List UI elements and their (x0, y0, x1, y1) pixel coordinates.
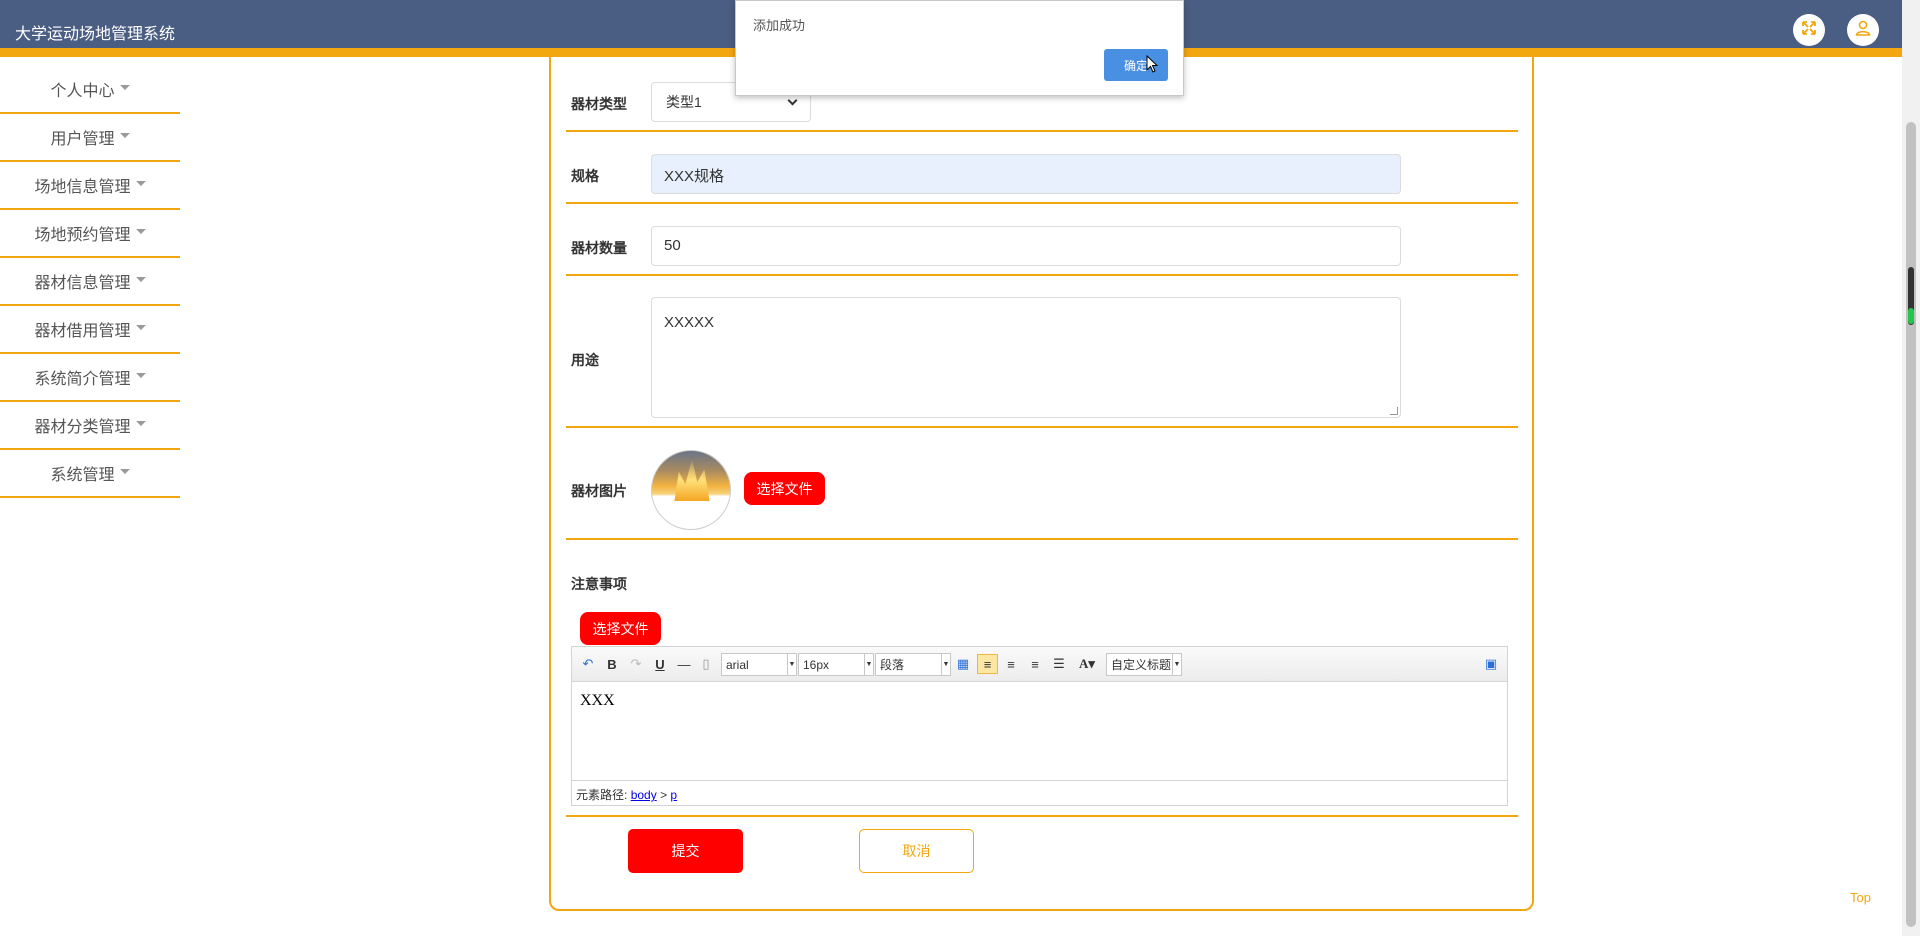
cancel-button[interactable]: 取消 (859, 829, 974, 873)
sidebar-item-label: 个人中心 (50, 83, 115, 100)
sidebar-item-label: 用户管理 (50, 131, 115, 148)
image-label: 器材图片 (571, 483, 627, 499)
paragraph-select[interactable]: 段落 ▼ (875, 653, 951, 676)
caret-down-icon (119, 468, 130, 474)
page-scrollbar[interactable] (1902, 0, 1920, 936)
usage-text: XXXXX (664, 314, 715, 331)
form-divider (566, 202, 1518, 204)
submit-button[interactable]: 提交 (628, 829, 743, 873)
notes-choose-file-button[interactable]: 选择文件 (580, 612, 661, 645)
choose-image-file-button[interactable]: 选择文件 (744, 472, 825, 505)
caret-down-icon (135, 228, 146, 234)
path-body-link[interactable]: body (631, 788, 657, 802)
spec-input[interactable]: XXX规格 (651, 154, 1401, 194)
mouse-cursor-icon (1146, 54, 1159, 78)
sidebar-item-personal-center[interactable]: 个人中心 (0, 66, 180, 114)
align-left-icon[interactable]: ≡ (977, 654, 998, 674)
usage-label: 用途 (571, 352, 599, 368)
bold-icon[interactable]: B (604, 654, 620, 674)
font-size-value: 16px (803, 657, 830, 672)
app-title: 大学运动场地管理系统 (15, 26, 176, 43)
horizontal-rule-icon[interactable]: — (676, 654, 692, 674)
notes-label: 注意事项 (571, 576, 627, 592)
dropdown-arrow-icon: ▼ (1172, 654, 1181, 675)
sidebar-item-equipment-category[interactable]: 器材分类管理 (0, 402, 180, 450)
align-justify-icon[interactable]: ☰ (1050, 654, 1068, 674)
sidebar-item-label: 器材信息管理 (34, 275, 131, 292)
back-to-top-link[interactable]: Top (1850, 890, 1871, 905)
editor-content[interactable]: XXX (572, 682, 1507, 780)
path-separator: > (660, 788, 668, 802)
font-size-select[interactable]: 16px ▼ (798, 653, 874, 676)
sidebar-item-equipment-info[interactable]: 器材信息管理 (0, 258, 180, 306)
font-family-select[interactable]: arial ▼ (721, 653, 797, 676)
custom-title-select[interactable]: 自定义标题 ▼ (1106, 653, 1182, 676)
sidebar-item-system-management[interactable]: 系统管理 (0, 450, 180, 498)
sidebar-item-label: 系统管理 (50, 467, 115, 484)
usage-textarea[interactable]: XXXXX (651, 297, 1401, 418)
equipment-image-preview (651, 450, 731, 530)
user-icon (1854, 19, 1872, 42)
form-divider (566, 274, 1518, 276)
dropdown-arrow-icon: ▼ (864, 654, 873, 675)
custom-title-value: 自定义标题 (1111, 658, 1171, 672)
dropdown-arrow-icon: ▼ (787, 654, 796, 675)
spec-label: 规格 (571, 168, 599, 184)
sidebar-item-venue-info[interactable]: 场地信息管理 (0, 162, 180, 210)
path-p-link[interactable]: p (670, 788, 677, 802)
sidebar-item-label: 场地预约管理 (34, 227, 131, 244)
form-divider (566, 130, 1518, 132)
user-menu-button[interactable] (1847, 14, 1879, 46)
image-flame-shape (674, 459, 710, 501)
alert-ok-button[interactable]: 确定 (1104, 49, 1168, 81)
underline-icon[interactable]: U (652, 654, 668, 674)
redo-icon[interactable]: ↷ (628, 654, 644, 674)
page-icon[interactable]: ▯ (698, 654, 714, 674)
caret-down-icon (135, 420, 146, 426)
quantity-label: 器材数量 (571, 240, 627, 256)
editor-footer: 元素路径: body > p (572, 780, 1507, 805)
caret-down-icon (119, 84, 130, 90)
font-family-value: arial (726, 657, 749, 672)
resize-grip-icon[interactable] (1390, 407, 1398, 415)
caret-down-icon (135, 324, 146, 330)
equipment-type-value: 类型1 (666, 94, 702, 110)
sidebar-item-user-management[interactable]: 用户管理 (0, 114, 180, 162)
paragraph-value: 段落 (880, 658, 905, 672)
quantity-input[interactable]: 50 (651, 226, 1401, 266)
undo-icon[interactable]: ↶ (580, 654, 596, 674)
equipment-type-label: 器材类型 (571, 96, 627, 112)
caret-down-icon (119, 132, 130, 138)
dropdown-arrow-icon: ▼ (941, 654, 950, 675)
form-divider (566, 538, 1518, 540)
scrollbar-thumb[interactable] (1906, 122, 1916, 927)
align-center-icon[interactable]: ≡ (1026, 654, 1044, 674)
chevron-down-icon (787, 95, 798, 105)
sidebar: 个人中心 用户管理 场地信息管理 场地预约管理 器材信息管理 器材借用管理 系统… (0, 66, 180, 498)
font-color-icon[interactable]: A▾ (1074, 654, 1100, 674)
sidebar-item-label: 器材借用管理 (34, 323, 131, 340)
editor-toolbar: ↶ B ↷ U — ▯ arial ▼ 16px ▼ 段落 ▼ ▦ ≡ ≡ ≡ ☰ A… (572, 647, 1507, 682)
caret-down-icon (135, 276, 146, 282)
fullscreen-editor-icon[interactable]: ▣ (1482, 654, 1500, 674)
form-divider (566, 426, 1518, 428)
sidebar-item-system-intro[interactable]: 系统简介管理 (0, 354, 180, 402)
align-right-icon[interactable]: ≡ (1002, 654, 1020, 674)
caret-down-icon (135, 180, 146, 186)
expand-arrows-icon (1800, 19, 1818, 42)
sidebar-item-equipment-borrow[interactable]: 器材借用管理 (0, 306, 180, 354)
form-divider (566, 815, 1518, 817)
element-path-label: 元素路径: (576, 788, 628, 802)
alert-message: 添加成功 (753, 18, 806, 33)
sidebar-item-label: 系统简介管理 (34, 371, 131, 388)
rich-text-editor: ↶ B ↷ U — ▯ arial ▼ 16px ▼ 段落 ▼ ▦ ≡ ≡ ≡ ☰ A… (571, 646, 1508, 806)
sidebar-item-label: 器材分类管理 (34, 419, 131, 436)
fullscreen-button[interactable] (1793, 14, 1825, 46)
caret-down-icon (135, 372, 146, 378)
sidebar-item-label: 场地信息管理 (34, 179, 131, 196)
scroll-indicator-active (1908, 308, 1914, 324)
table-icon[interactable]: ▦ (954, 654, 972, 674)
sidebar-item-venue-booking[interactable]: 场地预约管理 (0, 210, 180, 258)
alert-dialog: 添加成功 确定 (735, 0, 1184, 96)
